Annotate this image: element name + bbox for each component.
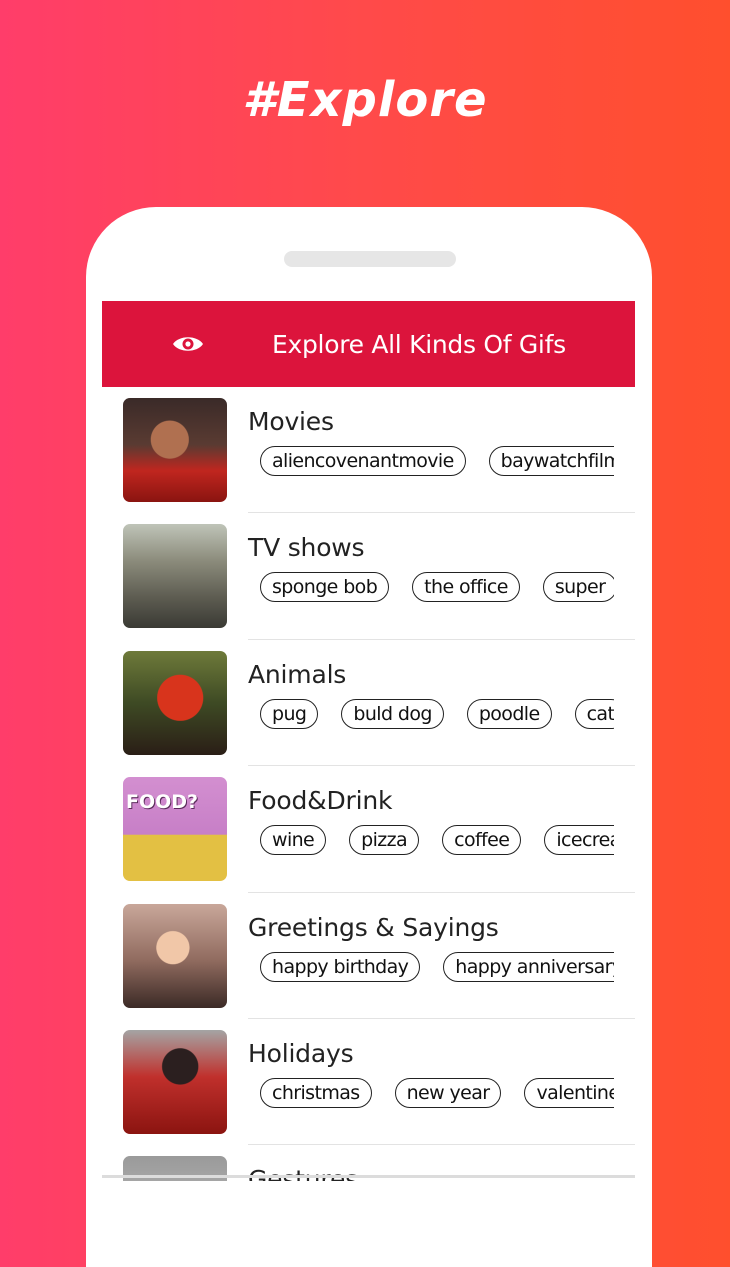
tag-chip[interactable]: super <box>542 572 614 603</box>
tv-thumbnail[interactable] <box>123 524 227 629</box>
category-title: Animals <box>248 659 347 689</box>
holiday-thumbnail[interactable] <box>123 1029 227 1134</box>
eye-icon[interactable] <box>172 334 204 354</box>
category-row-movies[interactable]: Movies aliencovenantmovie baywatchfilm <box>102 387 635 514</box>
tag-chip[interactable]: cat <box>574 698 614 729</box>
screen-bottom-edge <box>102 1175 635 1178</box>
promo-title: #Explore <box>242 72 488 128</box>
food-thumbnail[interactable]: FOOD? <box>123 777 227 882</box>
category-row-tv-shows[interactable]: TV shows sponge bob the office super <box>102 513 635 640</box>
tag-chip[interactable]: icecream <box>544 825 614 856</box>
category-title: Food&Drink <box>248 786 393 816</box>
tag-chip[interactable]: happy birthday <box>260 951 421 982</box>
tag-chip[interactable]: sponge bob <box>260 572 390 603</box>
food-thumbnail-caption: FOOD? <box>126 791 199 814</box>
phone-speaker <box>284 251 456 267</box>
category-title: Holidays <box>248 1038 354 1068</box>
category-title: TV shows <box>248 533 365 563</box>
phone-frame: Explore All Kinds Of Gifs Movies alienco… <box>86 207 652 1267</box>
tag-chip[interactable]: buld dog <box>341 698 444 729</box>
category-title: Movies <box>248 407 334 436</box>
tag-chip[interactable]: pug <box>260 698 319 729</box>
tag-chip[interactable]: happy anniversary <box>443 951 614 982</box>
tag-strip[interactable]: aliencovenantmovie baywatchfilm <box>260 446 614 480</box>
category-row-animals[interactable]: Animals pug buld dog poodle cat <box>102 640 635 767</box>
tag-chip[interactable]: new year <box>394 1077 502 1108</box>
category-list[interactable]: Movies aliencovenantmovie baywatchfilm TV… <box>102 387 635 1181</box>
tag-strip[interactable]: pug buld dog poodle cat <box>260 698 614 733</box>
tag-chip[interactable]: aliencovenantmovie <box>260 446 466 476</box>
movie-thumbnail[interactable] <box>123 398 227 502</box>
tag-strip[interactable]: christmas new year valentine <box>260 1077 614 1112</box>
category-title: Greetings & Sayings <box>248 912 499 942</box>
tag-chip[interactable]: pizza <box>349 825 420 856</box>
tag-strip[interactable]: sponge bob the office super <box>260 572 614 606</box>
tag-chip[interactable]: valentine <box>524 1077 614 1108</box>
category-row-holidays[interactable]: Holidays christmas new year valentine <box>102 1019 635 1146</box>
category-row-greetings[interactable]: Greetings & Sayings happy birthday happy … <box>102 893 635 1019</box>
tag-strip[interactable]: happy birthday happy anniversary <box>260 951 614 986</box>
tag-strip[interactable]: wine pizza coffee icecream <box>260 825 614 859</box>
tag-chip[interactable]: wine <box>260 825 327 856</box>
tag-chip[interactable]: the office <box>412 572 520 603</box>
app-bar-title: Explore All Kinds Of Gifs <box>272 329 566 359</box>
tag-chip[interactable]: christmas <box>260 1077 372 1108</box>
tag-chip[interactable]: coffee <box>442 825 522 856</box>
tag-chip[interactable]: poodle <box>466 698 552 729</box>
app-bar: Explore All Kinds Of Gifs <box>102 301 635 387</box>
app-screen: Explore All Kinds Of Gifs Movies alienco… <box>102 301 635 1181</box>
tag-chip[interactable]: baywatchfilm <box>488 446 614 476</box>
animal-thumbnail[interactable] <box>123 650 227 755</box>
category-row-food-drink[interactable]: FOOD? Food&Drink wine pizza coffee icecream <box>102 766 635 893</box>
greeting-thumbnail[interactable] <box>123 903 227 1008</box>
category-title: Gestures <box>248 1165 358 1181</box>
